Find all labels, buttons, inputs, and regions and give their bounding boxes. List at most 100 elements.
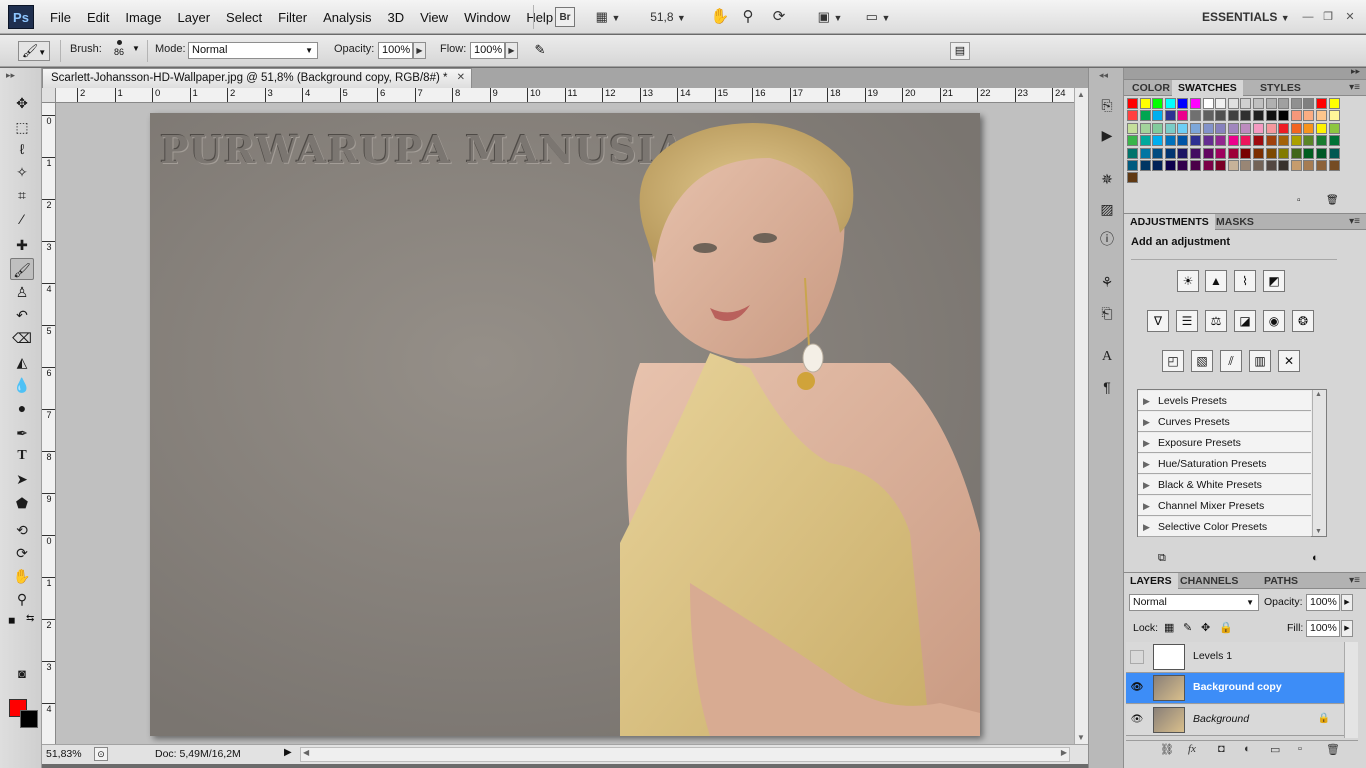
paint-bucket-tool-icon[interactable]: ◭: [10, 351, 34, 373]
color-swatch[interactable]: [1139, 122, 1151, 134]
3d-rotate-tool-icon[interactable]: ⟲: [10, 519, 34, 541]
preset-item[interactable]: Black & White Presets: [1138, 475, 1311, 495]
histogram-panel-icon[interactable]: ▨: [1095, 198, 1119, 220]
mode-select[interactable]: Normal ▼: [188, 42, 318, 59]
crop-tool-icon[interactable]: ⌗: [10, 184, 34, 206]
color-swatch[interactable]: [1202, 110, 1214, 122]
layer-row-levels-1[interactable]: Levels 1: [1126, 642, 1344, 673]
selective-color-icon[interactable]: ✕: [1278, 350, 1300, 372]
color-swatch[interactable]: [1278, 147, 1290, 159]
color-swatch[interactable]: [1265, 110, 1277, 122]
history-panel-icon[interactable]: ⎘: [1095, 94, 1119, 116]
menu-3d[interactable]: 3D: [379, 10, 412, 25]
tool-preset-picker[interactable]: 🖌▼: [18, 41, 50, 61]
hand-tool-icon[interactable]: ✋: [710, 7, 730, 27]
color-swatch[interactable]: [1253, 160, 1264, 171]
color-swatch[interactable]: [1139, 98, 1151, 109]
layer-row-background[interactable]: 👁 Background 🔒: [1126, 705, 1344, 736]
color-swatch[interactable]: [1164, 122, 1176, 134]
color-swatch[interactable]: [1328, 147, 1340, 159]
magic-wand-tool-icon[interactable]: ✧: [10, 161, 34, 183]
menu-layer[interactable]: Layer: [170, 10, 219, 25]
channel-mixer-icon[interactable]: ❂: [1292, 310, 1314, 332]
adjustment-layer-icon[interactable]: ◐: [1244, 743, 1251, 755]
color-swatch[interactable]: [1152, 135, 1164, 147]
color-swatch[interactable]: [1202, 160, 1214, 171]
vertical-scrollbar[interactable]: ▲ ▼: [1074, 88, 1088, 744]
color-swatch[interactable]: [1215, 135, 1227, 147]
color-swatch[interactable]: [1190, 147, 1201, 159]
navigator-panel-icon[interactable]: ✵: [1095, 168, 1119, 190]
color-swatch[interactable]: [1139, 160, 1151, 171]
posterize-icon[interactable]: ▧: [1191, 350, 1213, 372]
tab-channels[interactable]: CHANNELS: [1174, 573, 1244, 589]
clone-stamp-tool-icon[interactable]: ♙: [10, 281, 34, 303]
color-swatch[interactable]: [1177, 160, 1189, 171]
color-swatch[interactable]: [1152, 110, 1164, 122]
color-swatch[interactable]: [1227, 160, 1239, 171]
history-brush-tool-icon[interactable]: ↶: [10, 304, 34, 326]
menu-edit[interactable]: Edit: [79, 10, 117, 25]
exposure-icon[interactable]: ◩: [1263, 270, 1285, 292]
color-swatch[interactable]: [1316, 135, 1327, 147]
color-swatch[interactable]: [1265, 160, 1277, 171]
add-mask-icon[interactable]: ◘: [1218, 743, 1225, 755]
background-color-swatch[interactable]: [20, 710, 38, 728]
tab-styles[interactable]: STYLES: [1254, 80, 1307, 96]
screen-mode-button[interactable]: ▭ ▼: [860, 7, 896, 27]
preset-item[interactable]: Exposure Presets: [1138, 433, 1311, 453]
color-swatch[interactable]: [1303, 110, 1315, 122]
scroll-up-icon[interactable]: ▲: [1077, 90, 1085, 99]
panel-menu-icon[interactable]: ▾≡: [1349, 80, 1360, 96]
color-swatch[interactable]: [1215, 147, 1227, 159]
color-swatch[interactable]: [1139, 110, 1151, 122]
color-swatch[interactable]: [1177, 135, 1189, 147]
eye-icon[interactable]: 👁: [1130, 681, 1144, 695]
color-swatch[interactable]: [1177, 147, 1189, 159]
color-swatch[interactable]: [1278, 98, 1290, 109]
color-swatch[interactable]: [1190, 98, 1201, 109]
minimize-icon[interactable]: —: [1300, 9, 1316, 25]
color-swatch[interactable]: [1139, 135, 1151, 147]
color-swatch[interactable]: [1215, 122, 1227, 134]
panel-menu-icon[interactable]: ▾≡: [1349, 214, 1360, 230]
panel-menu-icon[interactable]: ▾≡: [1349, 573, 1360, 589]
clone-source-panel-icon[interactable]: ⎗: [1095, 302, 1119, 324]
preset-item[interactable]: Levels Presets: [1138, 391, 1311, 411]
color-swatch[interactable]: [1127, 110, 1138, 122]
color-swatch[interactable]: [1303, 160, 1315, 171]
scroll-up-icon[interactable]: ▲: [1315, 391, 1322, 398]
color-swatch[interactable]: [1290, 122, 1302, 134]
fill-input[interactable]: 100%: [1306, 620, 1340, 637]
zoom-status[interactable]: 51,83%: [46, 748, 82, 760]
collapse-panels-icon[interactable]: ▸▸: [1351, 66, 1360, 77]
color-swatch[interactable]: [1227, 122, 1239, 134]
color-swatch[interactable]: [1127, 172, 1138, 184]
delete-layer-icon[interactable]: 🗑: [1326, 743, 1340, 756]
threshold-icon[interactable]: ⫽: [1220, 350, 1242, 372]
color-swatch[interactable]: [1328, 110, 1340, 122]
brush-picker[interactable]: 86: [108, 39, 130, 63]
scroll-left-icon[interactable]: ◀: [303, 748, 309, 757]
color-swatch[interactable]: [1190, 110, 1201, 122]
quick-mask-icon[interactable]: ◙: [10, 663, 34, 685]
color-swatch[interactable]: [1127, 122, 1138, 134]
eyedropper-tool-icon[interactable]: ⁄: [10, 208, 34, 230]
color-swatch[interactable]: [1316, 122, 1327, 134]
black-white-icon[interactable]: ◪: [1234, 310, 1256, 332]
preset-item[interactable]: Curves Presets: [1138, 412, 1311, 432]
color-swatch[interactable]: [1253, 110, 1264, 122]
color-swatch[interactable]: [1227, 98, 1239, 109]
healing-brush-tool-icon[interactable]: ✚: [10, 234, 34, 256]
blur-tool-icon[interactable]: 💧: [10, 374, 34, 396]
layer-visibility-toggle[interactable]: [1130, 650, 1144, 664]
tab-adjustments[interactable]: ADJUSTMENTS: [1124, 214, 1215, 230]
restore-icon[interactable]: ❐: [1320, 9, 1336, 25]
info-panel-icon[interactable]: ⓘ: [1095, 228, 1119, 250]
color-swatch[interactable]: [1227, 135, 1239, 147]
color-swatch[interactable]: [1127, 147, 1138, 159]
color-swatch[interactable]: [1202, 147, 1214, 159]
color-swatch[interactable]: [1328, 98, 1340, 109]
layer-opacity-input[interactable]: 100%: [1306, 594, 1340, 611]
collapse-toolbox-icon[interactable]: ▸▸: [6, 70, 15, 81]
